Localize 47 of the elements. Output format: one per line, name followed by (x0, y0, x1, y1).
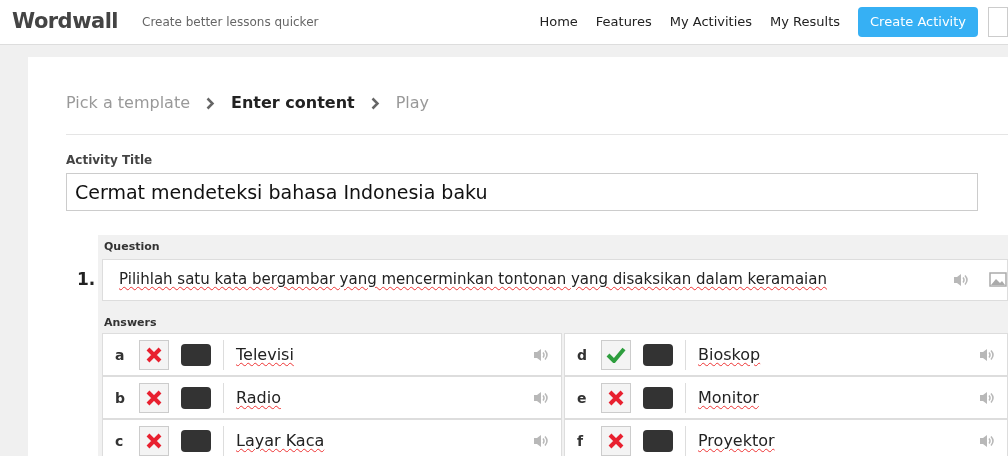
nav-link[interactable]: Features (595, 12, 652, 32)
answer-text[interactable]: Televisi (236, 342, 521, 367)
question-field[interactable]: Pilihlah satu kata bergambar yang mencerminkan tontonan yang disaksikan dalam keramaian (102, 258, 1008, 301)
check-icon (606, 346, 626, 363)
answer-letter: b (115, 388, 127, 408)
correct-toggle[interactable] (139, 425, 169, 456)
thumbnail-placeholder[interactable] (181, 386, 211, 409)
cross-icon (146, 389, 162, 406)
thumbnail-placeholder[interactable] (643, 386, 673, 409)
logo[interactable]: Wordwall (12, 6, 118, 38)
answer-letter: d (577, 345, 589, 365)
answer-letter: f (577, 431, 585, 451)
correct-toggle[interactable] (601, 425, 631, 456)
answer-letter: a (115, 345, 126, 365)
correct-toggle[interactable] (601, 339, 631, 370)
tagline: Create better lessons quicker (142, 14, 319, 31)
thumbnail-placeholder[interactable] (181, 429, 211, 452)
thumbnail-placeholder[interactable] (643, 343, 673, 366)
question-label: Question (103, 239, 161, 255)
answer-text[interactable]: Monitor (698, 385, 967, 410)
cross-icon (608, 389, 624, 406)
thumbnail-placeholder[interactable] (181, 343, 211, 366)
nav-link[interactable]: My Results (770, 12, 841, 32)
answer-text[interactable]: Bioskop (698, 342, 967, 367)
cross-icon (146, 432, 162, 449)
nav-link[interactable]: My Activities (669, 12, 753, 32)
answer-letter: c (115, 431, 125, 451)
field-label: Activity Title (66, 152, 154, 169)
answer-text[interactable]: Radio (236, 385, 521, 410)
answer-letter: e (577, 388, 588, 408)
image-icon[interactable] (989, 272, 1007, 287)
answer-text[interactable]: Layar Kaca (236, 428, 521, 453)
cross-icon (146, 346, 162, 363)
chevron-icon (206, 96, 215, 110)
correct-toggle[interactable] (139, 339, 169, 370)
correct-toggle[interactable] (601, 382, 631, 413)
correct-toggle[interactable] (139, 382, 169, 413)
answers-label: Answers (103, 314, 158, 331)
nav-link[interactable]: Home (539, 12, 578, 32)
cross-icon (608, 432, 624, 449)
thumbnail-placeholder[interactable] (643, 429, 673, 452)
question-number: 1. (76, 268, 97, 291)
answer-text[interactable]: Proyektor (698, 428, 967, 453)
chevron-icon (370, 96, 380, 110)
activity-title-field[interactable]: Cermat mendeteksi bahasa Indonesia baku (66, 173, 978, 211)
clipped-button[interactable] (988, 7, 1008, 37)
breadcrumb-step[interactable]: Enter content (231, 91, 355, 115)
